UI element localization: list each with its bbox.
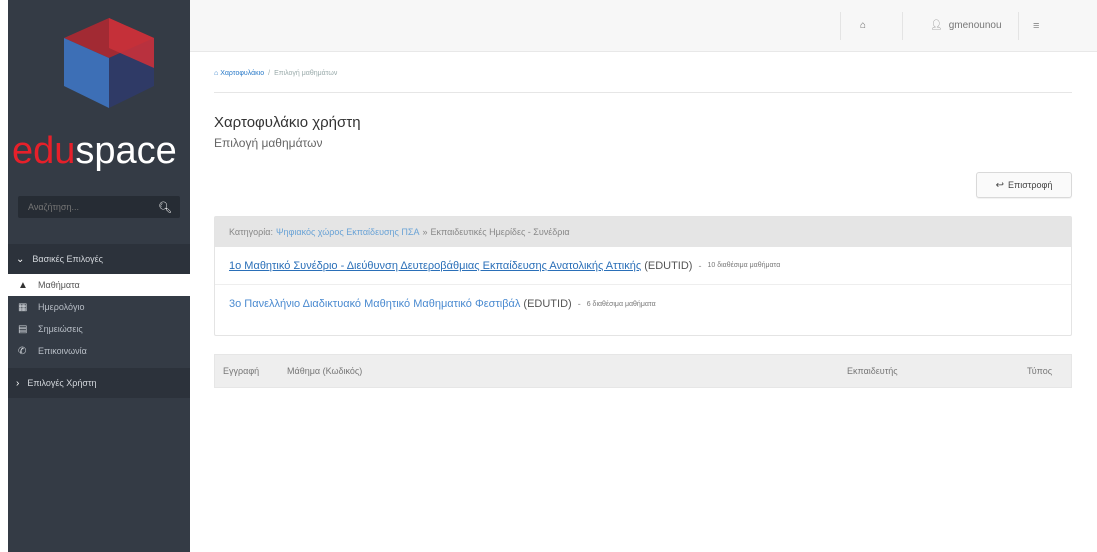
separator: - bbox=[698, 260, 702, 271]
sidebar-section-basic[interactable]: ⌄ Βασικές Επιλογές bbox=[8, 244, 190, 274]
user-icon: 👤︎ bbox=[930, 20, 943, 31]
search-input[interactable] bbox=[18, 202, 148, 212]
sidebar-item-label: Μαθήματα bbox=[38, 280, 80, 290]
sidebar-item-label: Επικοινωνία bbox=[38, 346, 87, 356]
column-header-teacher[interactable]: Εκπαιδευτής bbox=[847, 366, 898, 376]
graduation-cap-icon: ▲ bbox=[18, 279, 28, 291]
phone-icon: ✆ bbox=[18, 345, 27, 357]
separator: - bbox=[577, 299, 581, 309]
course-code: (EDUTID) bbox=[523, 298, 572, 310]
sidebar-item-notes[interactable]: ▤ Σημειώσεις bbox=[8, 318, 190, 340]
logo-space: space bbox=[75, 130, 177, 172]
back-button[interactable]: ↩ Επιστροφή bbox=[976, 172, 1072, 198]
sidebar-menu: ⌄ Βασικές Επιλογές ▲ Μαθήματα ▦ Ημερολόγ… bbox=[8, 244, 190, 398]
search-icon[interactable]: 🔍︎ bbox=[158, 201, 172, 214]
logo-text: eduspace bbox=[12, 130, 177, 173]
category-separator: » bbox=[422, 227, 428, 237]
notes-icon: ▤ bbox=[18, 323, 28, 335]
course-count: 6 διαθέσιμα μαθήματα bbox=[586, 300, 656, 308]
list-item: 3ο Πανελλήνιο Διαδικτυακό Μαθητικό Μαθημ… bbox=[215, 285, 1071, 323]
topbar: ⌂ 👤︎ gmenounou ≡ bbox=[190, 0, 1097, 52]
calendar-icon: ▦ bbox=[18, 301, 28, 313]
course-link[interactable]: 1ο Μαθητικό Συνέδριο - Διεύθυνση Δευτερο… bbox=[229, 260, 641, 272]
breadcrumb-separator: / bbox=[268, 70, 271, 77]
category-current: Εκπαιδευτικές Ημερίδες - Συνέδρια bbox=[430, 227, 570, 237]
logo-cube-icon bbox=[64, 18, 154, 108]
category-header: Κατηγορία: Ψηφιακός χώρος Εκπαίδευσης ΠΣ… bbox=[215, 217, 1071, 247]
sidebar-section-label: Βασικές Επιλογές bbox=[32, 254, 103, 264]
course-count: 10 διαθέσιμα μαθήματα bbox=[707, 262, 781, 269]
breadcrumb: ⌂ Χαρτοφυλάκιο / Επιλογή μαθημάτων bbox=[214, 70, 1072, 77]
sidebar-item-courses[interactable]: ▲ Μαθήματα bbox=[8, 274, 190, 296]
divider bbox=[840, 12, 841, 40]
home-icon[interactable]: ⌂ bbox=[860, 20, 866, 31]
chevron-down-icon: ⌄ bbox=[16, 253, 25, 265]
logo-edu: edu bbox=[12, 130, 76, 172]
page-title: Χαρτοφυλάκιο χρήστη bbox=[214, 114, 361, 131]
user-menu[interactable]: 👤︎ gmenounou bbox=[930, 20, 1002, 31]
category-label: Κατηγορία: bbox=[229, 227, 273, 237]
sidebar-item-label: Σημειώσεις bbox=[38, 324, 83, 334]
sidebar-section-label: Επιλογές Χρήστη bbox=[27, 378, 97, 388]
breadcrumb-current: Επιλογή μαθημάτων bbox=[274, 70, 338, 77]
chevron-right-icon: › bbox=[16, 377, 20, 389]
username: gmenounou bbox=[948, 20, 1002, 31]
category-link[interactable]: Ψηφιακός χώρος Εκπαίδευσης ΠΣΑ bbox=[276, 227, 419, 237]
sidebar-section-user[interactable]: › Επιλογές Χρήστη bbox=[8, 368, 190, 398]
column-header-register[interactable]: Εγγραφή bbox=[223, 366, 259, 376]
column-header-course[interactable]: Μάθημα (Κωδικός) bbox=[287, 366, 362, 376]
sidebar-item-calendar[interactable]: ▦ Ημερολόγιο bbox=[8, 296, 190, 318]
course-link[interactable]: 3ο Πανελλήνιο Διαδικτυακό Μαθητικό Μαθημ… bbox=[229, 298, 520, 310]
search-box: 🔍︎ bbox=[18, 196, 180, 218]
list-item: 1ο Μαθητικό Συνέδριο - Διεύθυνση Δευτερο… bbox=[215, 247, 1071, 285]
logo[interactable]: eduspace bbox=[8, 0, 190, 196]
divider bbox=[902, 12, 903, 40]
sidebar-item-contact[interactable]: ✆ Επικοινωνία bbox=[8, 340, 190, 362]
sidebar-item-label: Ημερολόγιο bbox=[38, 302, 85, 312]
hamburger-menu-icon[interactable]: ≡ bbox=[1033, 20, 1039, 32]
breadcrumb-home[interactable]: ⌂ Χαρτοφυλάκιο bbox=[214, 70, 264, 77]
page-subtitle: Επιλογή μαθημάτων bbox=[214, 136, 323, 150]
category-panel: Κατηγορία: Ψηφιακός χώρος Εκπαίδευσης ΠΣ… bbox=[214, 216, 1072, 336]
divider bbox=[214, 92, 1072, 93]
sidebar: eduspace 🔍︎ ⌄ Βασικές Επιλογές ▲ Μαθήματ… bbox=[8, 0, 190, 552]
breadcrumb-home-label: Χαρτοφυλάκιο bbox=[220, 70, 265, 77]
back-button-label: Επιστροφή bbox=[1008, 180, 1053, 190]
courses-table-header: Εγγραφή Μάθημα (Κωδικός) Εκπαιδευτής Τύπ… bbox=[214, 354, 1072, 388]
course-code: (EDUTID) bbox=[644, 259, 693, 272]
reply-icon: ↩ bbox=[995, 179, 1005, 191]
divider bbox=[1018, 12, 1019, 40]
column-header-type[interactable]: Τύπος bbox=[1027, 366, 1052, 376]
